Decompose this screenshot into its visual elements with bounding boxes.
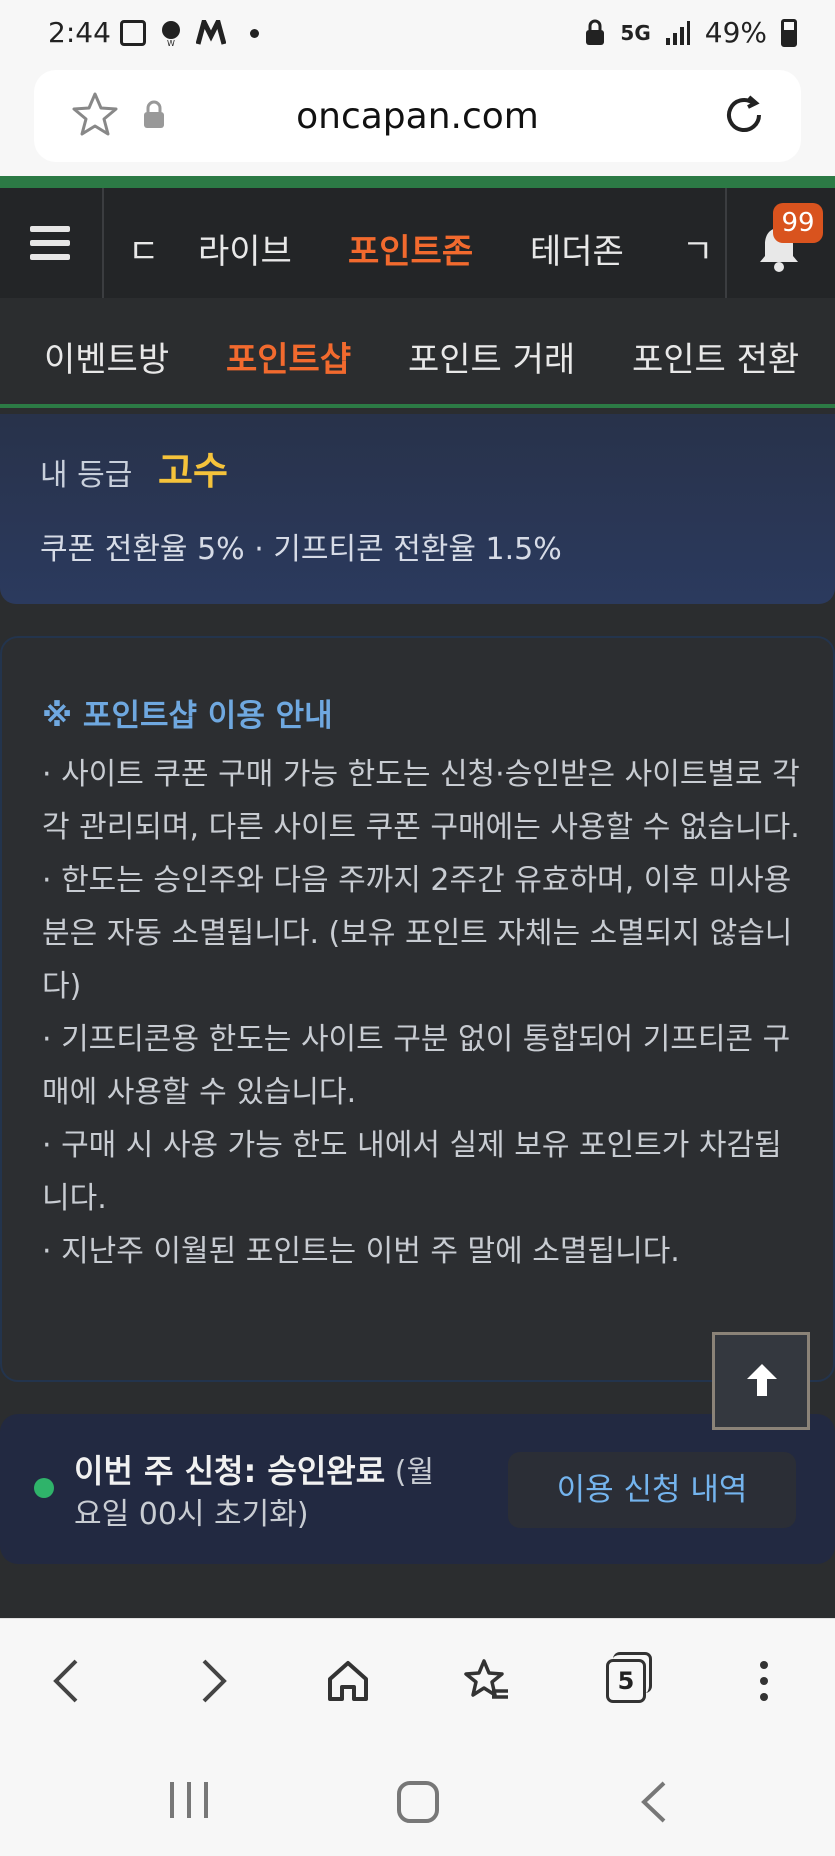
address-bar[interactable]: oncapan.com: [34, 70, 801, 162]
weekly-request-card: 이번 주 신청: 승인완료 (월요일 00시 초기화) 이용 신청 내역: [0, 1414, 835, 1564]
top-accent-line: [0, 176, 835, 188]
request-status-text: 이번 주 신청: 승인완료: [74, 1452, 386, 1490]
tab-point-trade[interactable]: 포인트 거래: [408, 332, 575, 381]
guide-item: · 한도는 승인주와 다음 주까지 2주간 유효하며, 이후 미사용분은 자동 …: [42, 863, 793, 1004]
grade-value: 고수: [158, 449, 228, 493]
tab-partial-right[interactable]: ㄱ: [682, 224, 713, 273]
system-back-icon[interactable]: [636, 1780, 670, 1824]
scroll-top-button[interactable]: [712, 1332, 810, 1430]
screenshot: 2:44 W 5G 49% oncapan.com ㄷ 라이브 포인트존 테더존…: [0, 0, 835, 1856]
home-icon[interactable]: [324, 1657, 372, 1705]
image-icon: [120, 20, 146, 46]
browser-toolbar: 5: [0, 1618, 835, 1746]
system-navigation: [0, 1746, 835, 1856]
tab-point-convert[interactable]: 포인트 전환: [632, 332, 799, 381]
status-bar: 2:44 W 5G 49%: [0, 0, 835, 68]
hamburger-icon[interactable]: [30, 226, 70, 268]
battery-icon: [781, 18, 797, 47]
sub-navigation: 이벤트방 포인트샵 포인트 거래 포인트 전환: [0, 298, 835, 408]
guide-item: · 기프티콘용 한도는 사이트 구분 없이 통합되어 기프티콘 구매에 사용할 …: [42, 1022, 791, 1110]
system-status: 5G 49%: [584, 16, 797, 49]
web-page: ㄷ 라이브 포인트존 테더존 ㄱ 99 이벤트방 포인트샵 포인트 거래 포인트…: [0, 176, 835, 1618]
shop-guide-card: ※ 포인트샵 이용 안내 · 사이트 쿠폰 구매 가능 한도는 신청·승인받은 …: [0, 636, 835, 1382]
request-history-button[interactable]: 이용 신청 내역: [508, 1452, 796, 1528]
more-vertical-icon[interactable]: [752, 1657, 776, 1705]
main-tabs: ㄷ 라이브 포인트존 테더존 ㄱ: [104, 188, 724, 298]
battery-percent: 49%: [704, 16, 767, 49]
system-home-icon[interactable]: [396, 1780, 440, 1824]
status-time: 2:44: [48, 16, 111, 49]
reload-icon[interactable]: [721, 92, 767, 138]
tab-tether-zone[interactable]: 테더존: [530, 224, 624, 273]
tabs-button[interactable]: 5: [606, 1652, 652, 1703]
tab-live[interactable]: 라이브: [198, 224, 292, 273]
won-icon: W: [162, 21, 180, 48]
arrow-up-icon[interactable]: [743, 1361, 781, 1399]
notification-icons: W: [120, 18, 259, 48]
m-icon: [196, 20, 226, 45]
recents-icon[interactable]: [166, 1780, 212, 1820]
network-type: 5G: [620, 20, 651, 45]
tab-point-shop[interactable]: 포인트샵: [226, 332, 351, 381]
lock-icon: [586, 19, 605, 45]
url-text[interactable]: oncapan.com: [34, 96, 801, 137]
tab-point-zone[interactable]: 포인트존: [348, 224, 473, 273]
guide-list: · 사이트 쿠폰 구매 가능 한도는 신청·승인받은 사이트별로 각각 관리되며…: [42, 748, 802, 1278]
guide-item: · 구매 시 사용 가능 한도 내에서 실제 보유 포인트가 차감됩니다.: [42, 1128, 782, 1216]
conversion-rates: 쿠폰 전환율 5% · 기프티콘 전환율 1.5%: [40, 532, 562, 567]
guide-title: ※ 포인트샵 이용 안내: [42, 698, 333, 734]
main-navigation: ㄷ 라이브 포인트존 테더존 ㄱ 99: [0, 188, 835, 298]
tab-event-room[interactable]: 이벤트방: [44, 332, 169, 381]
svg-text:W: W: [167, 39, 175, 48]
back-icon[interactable]: [48, 1657, 88, 1705]
tab-partial-left[interactable]: ㄷ: [128, 224, 159, 273]
guide-item: · 지난주 이월된 포인트는 이번 주 말에 소멸됩니다.: [42, 1234, 680, 1269]
forward-icon[interactable]: [192, 1657, 232, 1705]
notification-badge: 99: [773, 203, 823, 243]
dot-icon: [250, 28, 259, 38]
notification-button[interactable]: 99: [725, 188, 835, 298]
signal-icon: [665, 20, 690, 45]
request-status: 이번 주 신청: 승인완료 (월요일 00시 초기화): [74, 1450, 454, 1536]
grade-card: 내 등급 고수 쿠폰 전환율 5% · 기프티콘 전환율 1.5%: [0, 414, 835, 604]
menu-button[interactable]: [0, 188, 104, 298]
status-dot: [34, 1478, 54, 1498]
guide-item: · 사이트 쿠폰 구매 가능 한도는 신청·승인받은 사이트별로 각각 관리되며…: [42, 757, 800, 845]
bookmarks-icon[interactable]: [462, 1657, 512, 1705]
grade-label: 내 등급: [40, 458, 133, 493]
